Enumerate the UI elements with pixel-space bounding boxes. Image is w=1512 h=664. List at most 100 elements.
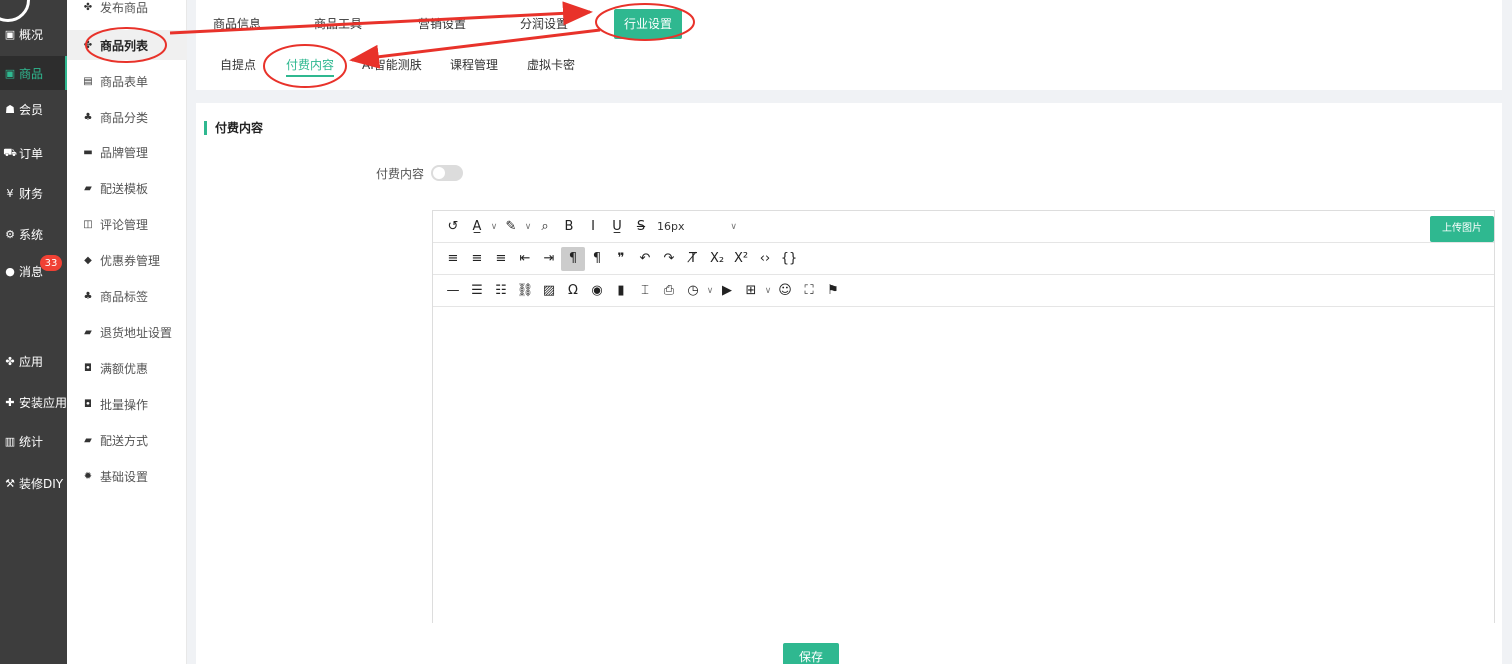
- history-icon[interactable]: ↺: [441, 215, 465, 239]
- font-size-select[interactable]: 16px ∨: [657, 220, 737, 233]
- media-icon[interactable]: ▶: [715, 279, 739, 303]
- nav-item-8[interactable]: ✚ 安装应用: [0, 385, 67, 419]
- cog-icon: ✹: [83, 470, 93, 482]
- tab-2[interactable]: 营销设置: [418, 10, 466, 38]
- submenu-item-6[interactable]: ◫ 评论管理: [67, 209, 187, 239]
- submenu-item-12[interactable]: ▰ 配送方式: [67, 425, 187, 455]
- subscript-icon[interactable]: X₂: [705, 247, 729, 271]
- chevron-down-icon: ∨: [730, 221, 737, 232]
- nav-item-5[interactable]: ⚙ 系统: [0, 217, 67, 251]
- cubes-icon: ✤: [83, 39, 93, 51]
- subtab-3[interactable]: 课程管理: [450, 55, 498, 77]
- tab-3[interactable]: 分润设置: [520, 10, 568, 38]
- briefcase-icon: ▬: [83, 146, 93, 158]
- link-icon[interactable]: ⛓: [513, 279, 537, 303]
- format-painter-icon[interactable]: ⚑: [821, 279, 845, 303]
- preview-icon[interactable]: ◉: [585, 279, 609, 303]
- submenu-item-3[interactable]: ♣ 商品分类: [67, 102, 187, 132]
- submenu-item-1[interactable]: ✤ 商品列表: [67, 30, 187, 60]
- nav-item-label: 商品: [19, 66, 44, 81]
- font-color-icon[interactable]: A̲: [465, 215, 489, 239]
- superscript-icon[interactable]: X²: [729, 247, 753, 271]
- subtab-1[interactable]: 付费内容: [286, 55, 335, 77]
- nav-item-10[interactable]: ⚒ 装修DIY: [0, 466, 67, 500]
- submenu-item-11[interactable]: ◘ 批量操作: [67, 389, 187, 419]
- submenu-item-label: 商品列表: [100, 38, 149, 53]
- tab-4[interactable]: 行业设置: [614, 9, 683, 39]
- find-icon[interactable]: ⌕: [533, 215, 557, 239]
- align-center-icon[interactable]: ≡: [465, 247, 489, 271]
- rtl-icon[interactable]: ¶: [585, 247, 609, 271]
- table-icon[interactable]: ⊞: [739, 279, 763, 303]
- upload-image-button[interactable]: 上传图片: [1430, 216, 1494, 242]
- nav-item-4[interactable]: ¥ 财务: [0, 176, 67, 210]
- image-icon[interactable]: ▨: [537, 279, 561, 303]
- code-block-icon[interactable]: {}: [777, 247, 801, 271]
- submenu-item-8[interactable]: ♣ 商品标签: [67, 281, 187, 311]
- table-caret-icon[interactable]: ∨: [763, 279, 773, 303]
- highlight-caret-icon[interactable]: ∨: [523, 215, 533, 239]
- code-icon[interactable]: ‹›: [753, 247, 777, 271]
- bulleted-list-icon[interactable]: ☰: [465, 279, 489, 303]
- time-icon[interactable]: ◷: [681, 279, 705, 303]
- submenu-item-2[interactable]: ▤ 商品表单: [67, 66, 187, 96]
- bookmark-icon[interactable]: ▮: [609, 279, 633, 303]
- underline-icon[interactable]: U̲: [605, 215, 629, 239]
- editor-body[interactable]: [433, 307, 1494, 624]
- paid-content-switch[interactable]: [431, 165, 463, 181]
- horizontal-rule-icon[interactable]: —: [441, 279, 465, 303]
- puzzle-icon: ✚: [5, 395, 15, 409]
- submenu-item-13[interactable]: ✹ 基础设置: [67, 461, 187, 491]
- submenu-item-5[interactable]: ▰ 配送模板: [67, 173, 187, 203]
- subtab-0[interactable]: 自提点: [220, 55, 256, 77]
- submenu-item-10[interactable]: ◘ 满额优惠: [67, 353, 187, 383]
- numbered-list-icon[interactable]: ☷: [489, 279, 513, 303]
- ltr-icon[interactable]: ¶: [561, 246, 585, 271]
- strikethrough-icon[interactable]: S̶: [629, 215, 653, 239]
- print-icon[interactable]: ⎙: [657, 279, 681, 303]
- align-right-icon[interactable]: ≡: [489, 247, 513, 271]
- clear-format-icon[interactable]: T̸: [681, 247, 705, 271]
- tab-0[interactable]: 商品信息: [213, 10, 261, 38]
- truck-icon: ▰: [84, 182, 92, 194]
- undo-icon[interactable]: ↶: [633, 247, 657, 271]
- submenu-item-4[interactable]: ▬ 品牌管理: [67, 137, 187, 167]
- bold-icon[interactable]: B: [557, 215, 581, 239]
- emoji-icon[interactable]: ☺: [773, 279, 797, 303]
- cubes-icon: ✤: [83, 1, 93, 13]
- nav-item-9[interactable]: ▥ 统计: [0, 424, 67, 458]
- tabs-card: 商品信息 商品工具 营销设置 分润设置 行业设置 自提点 付费内容 AI智能测肤 课程管理 虚拟…: [196, 0, 1502, 90]
- indent-icon[interactable]: ⇥: [537, 247, 561, 271]
- nav-item-0[interactable]: ▣ 概况: [0, 17, 67, 51]
- redo-icon[interactable]: ↷: [657, 247, 681, 271]
- subtab-2[interactable]: AI智能测肤: [362, 55, 422, 77]
- page-break-icon[interactable]: ⌶: [633, 279, 657, 303]
- gift-icon: ◘: [84, 362, 92, 374]
- sitemap-icon: ♣: [83, 111, 93, 123]
- outdent-icon[interactable]: ⇤: [513, 247, 537, 271]
- submenu-item-label: 商品分类: [100, 110, 149, 125]
- tab-1[interactable]: 商品工具: [314, 10, 362, 38]
- nav-item-label: 概况: [19, 27, 44, 42]
- main-nav: ▣ 概况 ▣ 商品 ☗ 会员 ⛟ 订单 ¥ 财务 ⚙ 系统 ● 消息 ✤ 应用 ✚ 安装应用 ▥ 统计 ⚒ 装修DIY 3…: [0, 0, 67, 664]
- panel-icon: ▣: [4, 27, 16, 41]
- nav-item-1[interactable]: ▣ 商品: [0, 56, 67, 90]
- subtab-4[interactable]: 虚拟卡密: [527, 55, 575, 77]
- nav-item-3[interactable]: ⛟ 订单: [0, 136, 67, 170]
- align-left-icon[interactable]: ≡: [441, 247, 465, 271]
- blockquote-icon[interactable]: ❞: [609, 247, 633, 271]
- fullscreen-icon[interactable]: ⛶: [797, 279, 821, 303]
- time-caret-icon[interactable]: ∨: [705, 279, 715, 303]
- submenu-item-0[interactable]: ✤ 发布商品: [67, 0, 187, 22]
- nav-item-7[interactable]: ✤ 应用: [0, 344, 67, 378]
- special-char-icon[interactable]: Ω: [561, 279, 585, 303]
- font-color-caret-icon[interactable]: ∨: [489, 215, 499, 239]
- file-excel-icon: ▤: [83, 75, 93, 87]
- nav-item-2[interactable]: ☗ 会员: [0, 92, 67, 126]
- submenu-item-7[interactable]: ◆ 优惠券管理: [67, 245, 187, 275]
- submenu-item-9[interactable]: ▰ 退货地址设置: [67, 317, 187, 347]
- nav-item-label: 统计: [19, 434, 44, 449]
- italic-icon[interactable]: I: [581, 215, 605, 239]
- save-button[interactable]: 保存: [783, 643, 839, 664]
- highlight-icon[interactable]: ✎: [499, 215, 523, 239]
